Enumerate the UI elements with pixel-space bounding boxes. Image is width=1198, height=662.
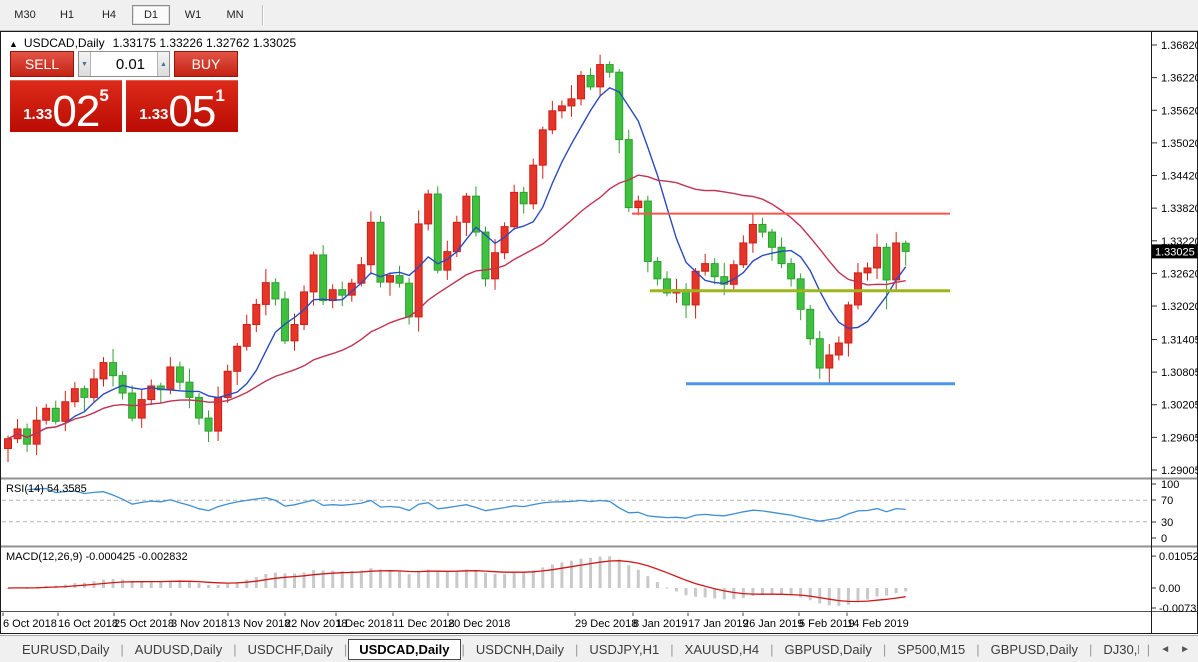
svg-text:1.35020: 1.35020 xyxy=(1161,138,1198,150)
svg-text:1.36820: 1.36820 xyxy=(1161,40,1198,52)
tab-GBPUSD-Daily[interactable]: GBPUSD,Daily xyxy=(774,639,881,660)
volume-decrease-button[interactable]: ▼ xyxy=(79,52,91,76)
tab-separator: | xyxy=(770,642,773,657)
one-click-trade-panel: SELL ▼ ▲ BUY 1.33 02 5 1.33 05 1 xyxy=(10,51,238,132)
tab-separator: | xyxy=(575,642,578,657)
sell-price-whole: 1.33 xyxy=(23,106,52,123)
svg-text:3 Nov 2018: 3 Nov 2018 xyxy=(171,618,227,630)
tab-separator: | xyxy=(120,642,123,657)
tab-separator: | xyxy=(462,642,465,657)
svg-text:1.32620: 1.32620 xyxy=(1161,268,1198,280)
svg-text:8 Jan 2019: 8 Jan 2019 xyxy=(633,618,687,630)
current-price-tag: 1.33025 xyxy=(1152,244,1197,258)
tab-USDCHF-Daily[interactable]: USDCHF,Daily xyxy=(238,639,343,660)
svg-text:29 Dec 2018: 29 Dec 2018 xyxy=(575,618,637,630)
sell-price-panel[interactable]: 1.33 02 5 xyxy=(10,80,122,132)
timeframe-button-H4[interactable]: H4 xyxy=(90,5,128,25)
svg-text:0.00: 0.00 xyxy=(1159,583,1180,595)
svg-text:1.30205: 1.30205 xyxy=(1161,400,1198,412)
tab-separator: | xyxy=(670,642,673,657)
sell-price-pips: 02 xyxy=(52,92,99,132)
svg-text:6 Oct 2018: 6 Oct 2018 xyxy=(3,618,57,630)
chart-tab-bar: EURUSD,Daily|AUDUSD,Daily|USDCHF,Daily|U… xyxy=(0,635,1198,662)
chart-title: ▲ USDCAD,Daily 1.33175 1.33226 1.32762 1.3… xyxy=(9,36,296,50)
volume-stepper: ▼ ▲ xyxy=(78,51,170,77)
tab-USDCAD-Daily[interactable]: USDCAD,Daily xyxy=(348,639,460,660)
svg-text:0.010525: 0.010525 xyxy=(1159,551,1198,563)
toolbar-separator xyxy=(262,5,264,25)
tab-separator: | xyxy=(233,642,236,657)
tab-USDJPY-H1[interactable]: USDJPY,H1 xyxy=(579,639,669,660)
svg-text:1.30805: 1.30805 xyxy=(1161,367,1198,379)
svg-text:0: 0 xyxy=(1161,533,1167,545)
triangle-up-icon: ▲ xyxy=(160,61,167,68)
svg-text:1 Dec 2018: 1 Dec 2018 xyxy=(336,618,392,630)
svg-text:1.32020: 1.32020 xyxy=(1161,301,1198,313)
chart-symbol-label: USDCAD,Daily xyxy=(24,36,105,50)
tab-scroll-left-icon[interactable]: ◄ xyxy=(1160,644,1170,655)
buy-price-whole: 1.33 xyxy=(139,106,168,123)
svg-text:26 Jan 2019: 26 Jan 2019 xyxy=(743,618,804,630)
timeframe-button-W1[interactable]: W1 xyxy=(174,5,212,25)
chart-ohlc-values: 1.33175 1.33226 1.32762 1.33025 xyxy=(113,36,297,50)
sell-button[interactable]: SELL xyxy=(10,51,74,77)
svg-text:-0.0073: -0.0073 xyxy=(1159,603,1196,615)
macd-label: MACD(12,26,9) -0.000425 -0.002832 xyxy=(6,551,188,563)
tab-EURUSD-Daily[interactable]: EURUSD,Daily xyxy=(12,639,119,660)
svg-text:16 Oct 2018: 16 Oct 2018 xyxy=(58,618,118,630)
tab-separator: | xyxy=(1089,642,1092,657)
tab-separator: | xyxy=(976,642,979,657)
svg-text:1.33025: 1.33025 xyxy=(1155,246,1195,258)
svg-text:25 Oct 2018: 25 Oct 2018 xyxy=(114,618,174,630)
volume-input[interactable] xyxy=(91,52,157,76)
timeframe-toolbar: M30H1H4D1W1MN xyxy=(0,0,1198,31)
tab-AUDUSD-Daily[interactable]: AUDUSD,Daily xyxy=(125,639,232,660)
buy-price-point: 1 xyxy=(215,86,224,106)
rsi-label: RSI(14) 54.3585 xyxy=(6,483,87,495)
svg-text:1.29005: 1.29005 xyxy=(1161,465,1198,477)
svg-text:70: 70 xyxy=(1161,495,1173,507)
chart-tabs: EURUSD,Daily|AUDUSD,Daily|USDCHF,Daily|U… xyxy=(0,636,1139,662)
tab-SP500-M15[interactable]: SP500,M15 xyxy=(887,639,975,660)
tab-scroll-controls: | ◄ ► xyxy=(1139,642,1198,657)
svg-text:1.36220: 1.36220 xyxy=(1161,73,1198,85)
svg-text:100: 100 xyxy=(1161,479,1179,491)
timeframe-button-M30[interactable]: M30 xyxy=(6,5,44,25)
svg-text:17 Jan 2019: 17 Jan 2019 xyxy=(688,618,749,630)
svg-text:30: 30 xyxy=(1161,517,1173,529)
tab-GBPUSD-Daily[interactable]: GBPUSD,Daily xyxy=(981,639,1088,660)
timeframe-button-H1[interactable]: H1 xyxy=(48,5,86,25)
timeframe-buttons: M30H1H4D1W1MN xyxy=(0,0,256,30)
tab-DJ30-H4[interactable]: DJ30,H4 xyxy=(1093,639,1138,660)
tab-separator: | xyxy=(883,642,886,657)
sell-price-point: 5 xyxy=(99,86,108,106)
quick-trade-toggle-icon[interactable]: ▲ xyxy=(9,39,18,49)
tab-bar-separator: | xyxy=(1147,642,1150,657)
buy-price-panel[interactable]: 1.33 05 1 xyxy=(126,80,238,132)
tab-scroll-right-icon[interactable]: ► xyxy=(1180,644,1190,655)
svg-text:14 Feb 2019: 14 Feb 2019 xyxy=(847,618,909,630)
svg-text:1.34420: 1.34420 xyxy=(1161,171,1198,183)
triangle-down-icon: ▼ xyxy=(81,61,88,68)
svg-text:1.31405: 1.31405 xyxy=(1161,334,1198,346)
volume-increase-button[interactable]: ▲ xyxy=(157,52,169,76)
tab-separator: | xyxy=(344,642,347,657)
svg-text:1.35620: 1.35620 xyxy=(1161,105,1198,117)
svg-text:20 Dec 2018: 20 Dec 2018 xyxy=(448,618,510,630)
svg-text:11 Dec 2018: 11 Dec 2018 xyxy=(393,618,455,630)
timeframe-button-D1[interactable]: D1 xyxy=(132,5,170,25)
svg-text:13 Nov 2018: 13 Nov 2018 xyxy=(228,618,290,630)
svg-text:1.33820: 1.33820 xyxy=(1161,203,1198,215)
timeframe-button-MN[interactable]: MN xyxy=(216,5,254,25)
tab-USDCNH-Daily[interactable]: USDCNH,Daily xyxy=(466,639,574,660)
svg-text:1.29605: 1.29605 xyxy=(1161,432,1198,444)
buy-button[interactable]: BUY xyxy=(174,51,238,77)
buy-price-pips: 05 xyxy=(168,92,215,132)
tab-XAUUSD-H4[interactable]: XAUUSD,H4 xyxy=(675,639,769,660)
